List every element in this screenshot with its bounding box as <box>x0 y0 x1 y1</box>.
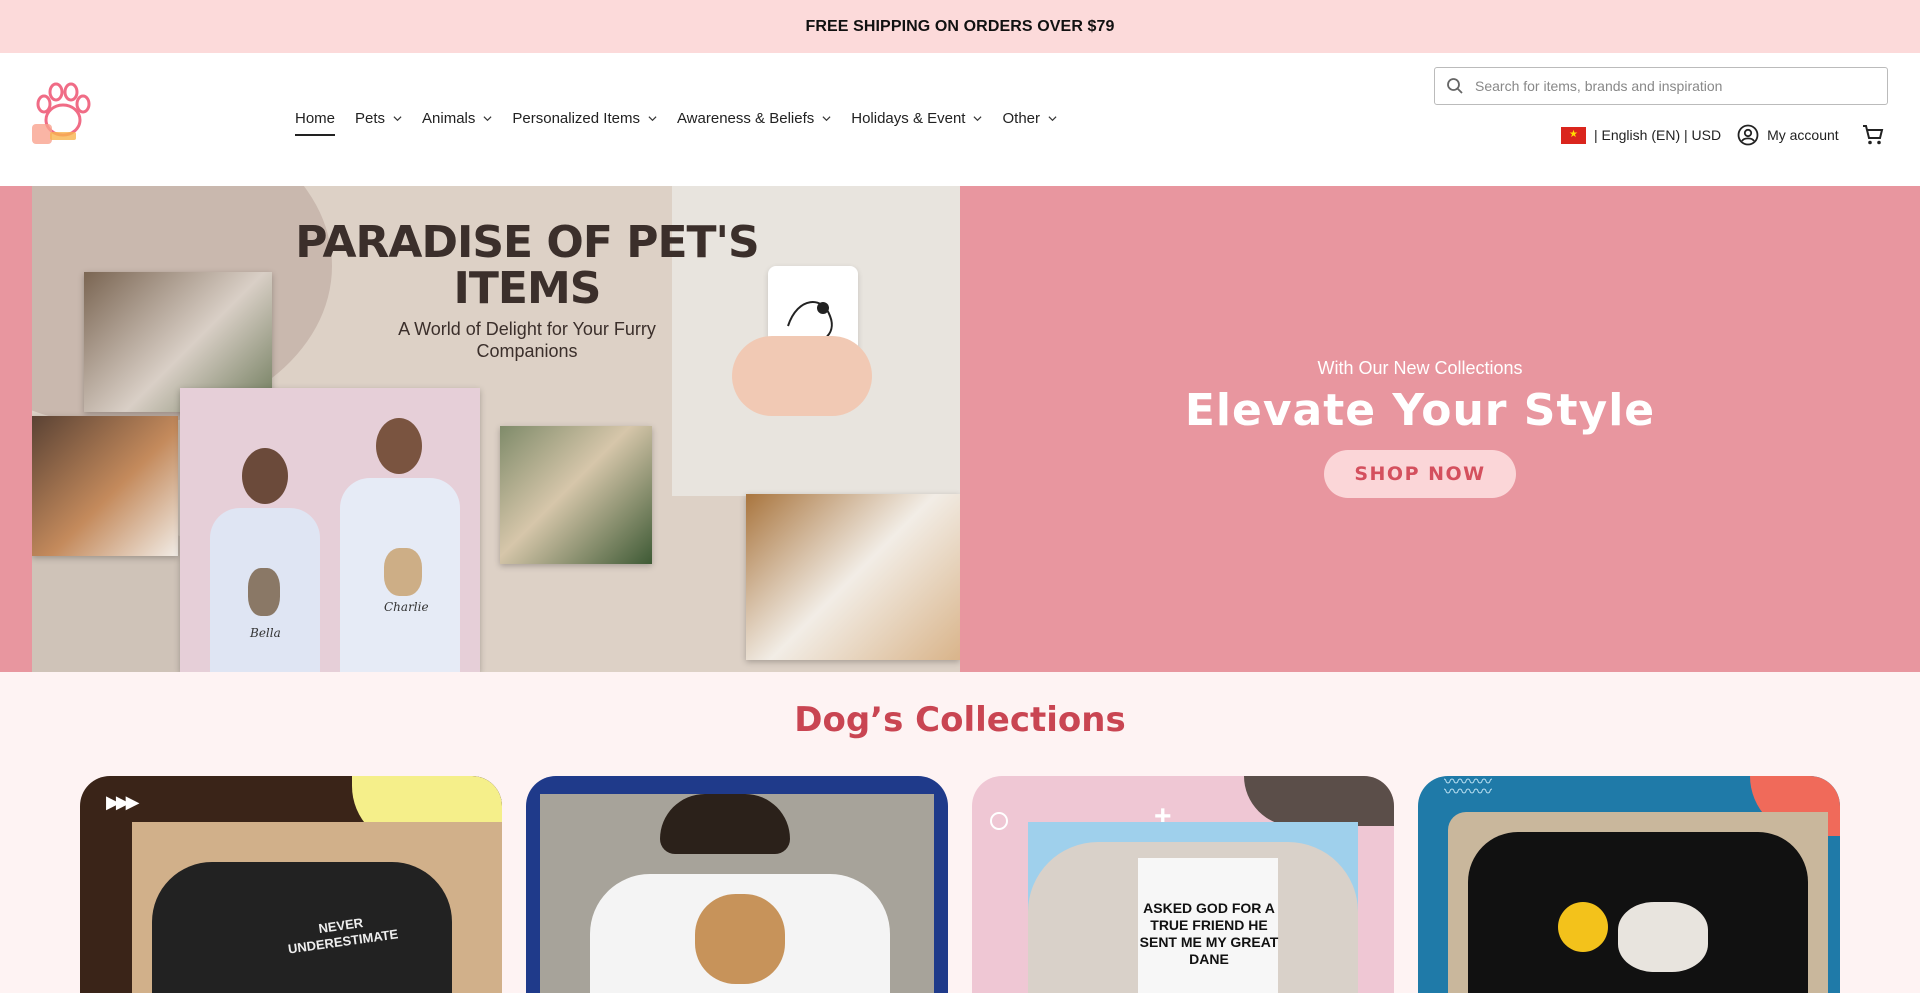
triple-chevron-icon: ▶▶▶ <box>106 792 139 812</box>
hero-title: Elevate Your Style <box>1184 385 1656 436</box>
nav-item-pets[interactable]: Pets <box>355 103 402 133</box>
vietnam-flag-icon[interactable] <box>1561 126 1586 144</box>
nav-item-other[interactable]: Other <box>1002 103 1057 133</box>
chevron-down-icon <box>822 115 831 121</box>
nav-item-holidays-event[interactable]: Holidays & Event <box>851 103 982 133</box>
nav-item-personalized-items[interactable]: Personalized Items <box>512 103 657 133</box>
nav-label: Pets <box>355 109 386 127</box>
chevron-down-icon <box>973 115 982 121</box>
shop-now-button[interactable]: SHOP NOW <box>1324 450 1516 498</box>
nav-item-animals[interactable]: Animals <box>422 103 492 133</box>
announcement-bar: FREE SHIPPING ON ORDERS OVER $79 <box>0 0 1920 53</box>
nav-label: Awareness & Beliefs <box>676 109 815 127</box>
chevron-down-icon <box>393 115 402 121</box>
search-icon[interactable] <box>1435 68 1475 104</box>
product-photo <box>1448 812 1828 993</box>
collection-card[interactable] <box>526 776 948 993</box>
sunflower-print <box>1558 902 1608 952</box>
chevron-down-icon <box>648 115 657 121</box>
hugging-dog-photo <box>746 494 960 660</box>
search-input[interactable] <box>1475 78 1875 94</box>
kissing-dog-photo <box>32 416 178 556</box>
chevron-down-icon <box>483 115 492 121</box>
cart-icon[interactable] <box>1861 123 1885 147</box>
section-title: Dog’s Collections <box>794 700 1126 740</box>
my-account-link[interactable]: My account <box>1737 124 1839 146</box>
hero-image-title: PARADISE OF PET'S ITEMS <box>295 217 759 314</box>
main-nav: Home Pets Animals Personalized Items Awa… <box>295 103 1077 136</box>
collection-card[interactable]: ▶▶▶ NEVER UNDERESTIMATE <box>80 776 502 993</box>
product-photo: NEVER UNDERESTIMATE <box>132 822 502 993</box>
paw-logo[interactable] <box>30 80 96 146</box>
product-photo: ASKED GOD FOR A TRUE FRIEND HE SENT ME M… <box>1028 822 1358 993</box>
my-account-label: My account <box>1767 127 1839 143</box>
tee-name-bella: Bella <box>250 626 281 640</box>
chevron-down-icon <box>1048 115 1057 121</box>
couple-tshirts-photo: Bella Charlie <box>180 388 480 672</box>
dogs-collections-section: Dog’s Collections ▶▶▶ NEVER UNDERESTIMAT… <box>0 672 1920 993</box>
user-circle-icon <box>1737 124 1759 146</box>
nav-label: Other <box>1002 109 1040 127</box>
nav-item-awareness-beliefs[interactable]: Awareness & Beliefs <box>677 103 831 133</box>
locale-currency-selector[interactable]: | English (EN) | USD <box>1594 127 1721 143</box>
nav-label: Home <box>295 109 336 127</box>
collection-card[interactable]: + ASKED GOD FOR A TRUE FRIEND HE SENT ME… <box>972 776 1394 993</box>
woman-with-dog-photo <box>500 426 652 564</box>
tee-name-charlie: Charlie <box>384 600 429 614</box>
nav-label: Personalized Items <box>512 109 640 127</box>
announcement-text: FREE SHIPPING ON ORDERS OVER $79 <box>805 17 1115 35</box>
collection-card[interactable]: 〰〰〰 〰〰〰 <box>1418 776 1840 993</box>
wave-lines-icon: 〰〰〰 〰〰〰 <box>1444 776 1493 801</box>
circle-outline-icon <box>990 812 1008 830</box>
nav-item-home[interactable]: Home <box>295 103 336 136</box>
hero-image-subtitle: A World of Delight for Your Furry Compan… <box>398 319 656 361</box>
shirt-print-text: ASKED GOD FOR A TRUE FRIEND HE SENT ME M… <box>1139 900 1279 967</box>
paw-icon <box>32 82 91 144</box>
hero-collage-image: Bella Charlie PARADISE OF PET'S ITEMS A … <box>32 186 960 672</box>
product-photo <box>540 794 934 993</box>
nav-label: Holidays & Event <box>851 109 966 127</box>
hero-copy: With Our New Collections Elevate Your St… <box>1140 358 1700 498</box>
hero-banner: Bella Charlie PARADISE OF PET'S ITEMS A … <box>0 186 1920 672</box>
nav-label: Animals <box>422 109 476 127</box>
search-box <box>1434 67 1888 105</box>
header-utilities: | English (EN) | USD My account <box>1561 121 1885 149</box>
dogs-print <box>1618 902 1708 972</box>
hands <box>732 336 872 416</box>
decor-shape <box>1244 776 1394 826</box>
hero-pretitle: With Our New Collections <box>1317 358 1523 378</box>
site-header: Home Pets Animals Personalized Items Awa… <box>0 53 1920 186</box>
